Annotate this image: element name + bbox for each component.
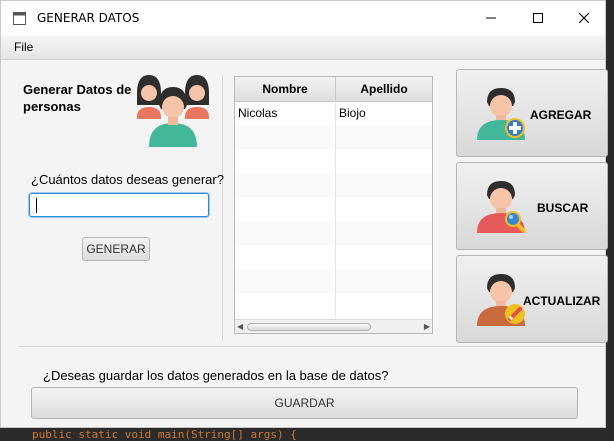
add-label: AGREGAR	[530, 108, 592, 122]
table-cell	[235, 125, 336, 149]
ide-code-line: public static void main(String[] args) {	[32, 428, 297, 441]
minimize-button[interactable]	[468, 1, 514, 35]
menu-file[interactable]: File	[11, 39, 36, 55]
table-cell	[235, 269, 336, 293]
table-row[interactable]	[235, 125, 432, 149]
table-cell	[336, 245, 432, 269]
people-group-icon	[137, 75, 209, 147]
table-cell	[336, 293, 432, 317]
table-cell	[235, 245, 336, 269]
user-add-icon	[477, 88, 525, 140]
maximize-icon	[533, 13, 543, 23]
count-input[interactable]	[29, 193, 209, 217]
table-cell	[336, 149, 432, 173]
table-cell	[235, 221, 336, 245]
generate-button[interactable]: GENERAR	[82, 237, 150, 261]
scroll-right-icon[interactable]: ▶	[424, 322, 430, 331]
people-table[interactable]: Nombre Apellido Nicolas Biojo ◀ ▶	[234, 76, 433, 334]
table-header: Nombre Apellido	[235, 77, 432, 102]
column-header-nombre[interactable]: Nombre	[235, 77, 336, 101]
title-bar[interactable]: GENERAR DATOS	[1, 1, 605, 35]
save-button[interactable]: GUARDAR	[31, 387, 578, 419]
count-question: ¿Cuántos datos deseas generar?	[31, 172, 224, 187]
table-cell	[336, 173, 432, 197]
table-row[interactable]	[235, 149, 432, 173]
close-button[interactable]	[561, 1, 607, 35]
table-cell	[336, 125, 432, 149]
vertical-divider	[222, 75, 223, 341]
menu-bar: File	[1, 35, 605, 60]
scrollbar-thumb[interactable]	[247, 323, 371, 331]
table-cell	[235, 149, 336, 173]
update-button[interactable]: ACTUALIZAR	[456, 255, 608, 343]
table-row[interactable]	[235, 245, 432, 269]
horizontal-divider	[19, 346, 605, 347]
table-row[interactable]	[235, 293, 432, 317]
table-row[interactable]: Nicolas Biojo	[235, 101, 432, 125]
table-cell	[336, 269, 432, 293]
table-cell	[235, 197, 336, 221]
user-edit-icon	[477, 274, 525, 326]
generate-heading: Generar Datos de personas	[23, 82, 132, 114]
table-row[interactable]	[235, 221, 432, 245]
text-caret	[36, 198, 37, 213]
table-cell	[336, 221, 432, 245]
table-row[interactable]	[235, 173, 432, 197]
minimize-icon	[486, 17, 496, 19]
horizontal-scrollbar[interactable]: ◀ ▶	[235, 319, 432, 333]
scroll-left-icon[interactable]: ◀	[237, 322, 243, 331]
table-cell: Biojo	[339, 106, 366, 120]
update-label: ACTUALIZAR	[523, 294, 601, 308]
column-header-apellido[interactable]: Apellido	[336, 77, 432, 101]
maximize-button[interactable]	[515, 1, 561, 35]
table-row[interactable]	[235, 197, 432, 221]
save-question: ¿Deseas guardar los datos generados en l…	[43, 368, 389, 383]
table-cell	[336, 197, 432, 221]
window-title: GENERAR DATOS	[37, 11, 140, 25]
search-button[interactable]: BUSCAR	[456, 162, 608, 250]
app-icon	[13, 12, 26, 25]
user-search-icon	[477, 181, 526, 233]
add-button[interactable]: AGREGAR	[456, 69, 608, 157]
table-cell	[235, 293, 336, 317]
table-row[interactable]	[235, 269, 432, 293]
table-cell	[235, 173, 336, 197]
search-label: BUSCAR	[537, 201, 589, 215]
table-cell: Nicolas	[235, 101, 336, 125]
app-window: GENERAR DATOS File Generar Datos de pers…	[0, 0, 608, 428]
close-icon	[579, 13, 589, 23]
